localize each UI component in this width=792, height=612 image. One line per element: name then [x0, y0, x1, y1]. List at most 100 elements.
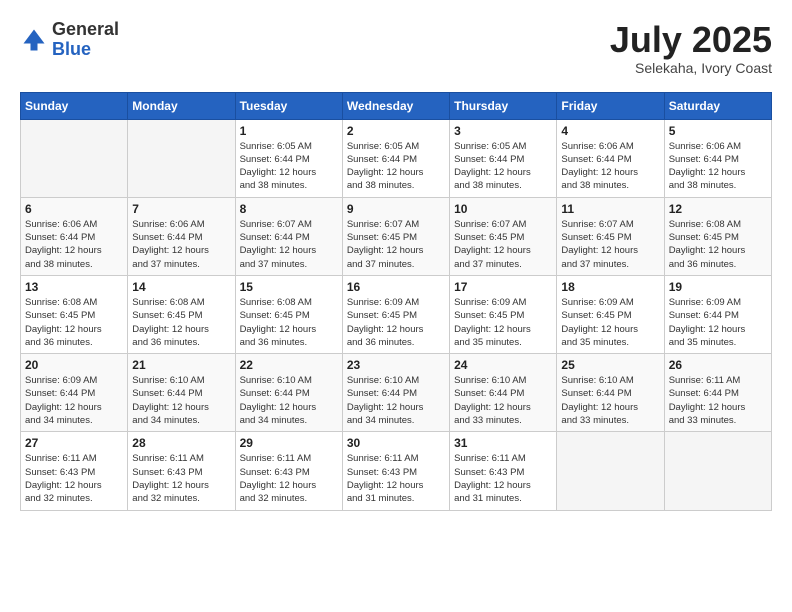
day-info: Sunrise: 6:11 AMSunset: 6:43 PMDaylight:…: [240, 453, 317, 504]
day-number: 17: [454, 280, 552, 294]
logo-text: General Blue: [52, 20, 119, 60]
logo-blue: Blue: [52, 39, 91, 59]
day-number: 26: [669, 358, 767, 372]
day-number: 18: [561, 280, 659, 294]
day-number: 21: [132, 358, 230, 372]
calendar-cell: [664, 432, 771, 510]
calendar-cell: 12 Sunrise: 6:08 AMSunset: 6:45 PMDaylig…: [664, 197, 771, 275]
day-number: 15: [240, 280, 338, 294]
calendar-cell: 29 Sunrise: 6:11 AMSunset: 6:43 PMDaylig…: [235, 432, 342, 510]
calendar-cell: 7 Sunrise: 6:06 AMSunset: 6:44 PMDayligh…: [128, 197, 235, 275]
calendar-week-2: 6 Sunrise: 6:06 AMSunset: 6:44 PMDayligh…: [21, 197, 772, 275]
calendar-cell: 30 Sunrise: 6:11 AMSunset: 6:43 PMDaylig…: [342, 432, 449, 510]
weekday-header-friday: Friday: [557, 92, 664, 119]
weekday-header-sunday: Sunday: [21, 92, 128, 119]
day-number: 22: [240, 358, 338, 372]
day-number: 20: [25, 358, 123, 372]
calendar-cell: 2 Sunrise: 6:05 AMSunset: 6:44 PMDayligh…: [342, 119, 449, 197]
day-info: Sunrise: 6:06 AMSunset: 6:44 PMDaylight:…: [132, 219, 209, 270]
day-number: 11: [561, 202, 659, 216]
calendar-cell: 19 Sunrise: 6:09 AMSunset: 6:44 PMDaylig…: [664, 275, 771, 353]
day-number: 6: [25, 202, 123, 216]
day-info: Sunrise: 6:11 AMSunset: 6:43 PMDaylight:…: [347, 453, 424, 504]
calendar-cell: 10 Sunrise: 6:07 AMSunset: 6:45 PMDaylig…: [450, 197, 557, 275]
weekday-header-saturday: Saturday: [664, 92, 771, 119]
day-info: Sunrise: 6:09 AMSunset: 6:45 PMDaylight:…: [347, 297, 424, 348]
day-number: 1: [240, 124, 338, 138]
day-info: Sunrise: 6:07 AMSunset: 6:45 PMDaylight:…: [561, 219, 638, 270]
calendar-cell: 25 Sunrise: 6:10 AMSunset: 6:44 PMDaylig…: [557, 354, 664, 432]
calendar-cell: 15 Sunrise: 6:08 AMSunset: 6:45 PMDaylig…: [235, 275, 342, 353]
day-number: 10: [454, 202, 552, 216]
calendar-cell: [21, 119, 128, 197]
calendar-week-4: 20 Sunrise: 6:09 AMSunset: 6:44 PMDaylig…: [21, 354, 772, 432]
calendar-cell: 27 Sunrise: 6:11 AMSunset: 6:43 PMDaylig…: [21, 432, 128, 510]
calendar-cell: 6 Sunrise: 6:06 AMSunset: 6:44 PMDayligh…: [21, 197, 128, 275]
day-number: 8: [240, 202, 338, 216]
calendar-cell: 20 Sunrise: 6:09 AMSunset: 6:44 PMDaylig…: [21, 354, 128, 432]
day-number: 25: [561, 358, 659, 372]
calendar-week-3: 13 Sunrise: 6:08 AMSunset: 6:45 PMDaylig…: [21, 275, 772, 353]
day-info: Sunrise: 6:11 AMSunset: 6:43 PMDaylight:…: [25, 453, 102, 504]
page-header: General Blue July 2025 Selekaha, Ivory C…: [20, 20, 772, 76]
day-info: Sunrise: 6:08 AMSunset: 6:45 PMDaylight:…: [669, 219, 746, 270]
day-number: 13: [25, 280, 123, 294]
day-info: Sunrise: 6:09 AMSunset: 6:45 PMDaylight:…: [561, 297, 638, 348]
calendar-cell: 8 Sunrise: 6:07 AMSunset: 6:44 PMDayligh…: [235, 197, 342, 275]
weekday-header-thursday: Thursday: [450, 92, 557, 119]
calendar-week-5: 27 Sunrise: 6:11 AMSunset: 6:43 PMDaylig…: [21, 432, 772, 510]
calendar-cell: 1 Sunrise: 6:05 AMSunset: 6:44 PMDayligh…: [235, 119, 342, 197]
calendar-cell: 13 Sunrise: 6:08 AMSunset: 6:45 PMDaylig…: [21, 275, 128, 353]
day-info: Sunrise: 6:11 AMSunset: 6:44 PMDaylight:…: [669, 375, 746, 426]
day-number: 2: [347, 124, 445, 138]
calendar-cell: 9 Sunrise: 6:07 AMSunset: 6:45 PMDayligh…: [342, 197, 449, 275]
weekday-header-row: SundayMondayTuesdayWednesdayThursdayFrid…: [21, 92, 772, 119]
day-info: Sunrise: 6:08 AMSunset: 6:45 PMDaylight:…: [25, 297, 102, 348]
day-number: 27: [25, 436, 123, 450]
calendar-cell: 31 Sunrise: 6:11 AMSunset: 6:43 PMDaylig…: [450, 432, 557, 510]
calendar-cell: 28 Sunrise: 6:11 AMSunset: 6:43 PMDaylig…: [128, 432, 235, 510]
day-info: Sunrise: 6:09 AMSunset: 6:44 PMDaylight:…: [25, 375, 102, 426]
day-info: Sunrise: 6:09 AMSunset: 6:44 PMDaylight:…: [669, 297, 746, 348]
calendar-cell: 18 Sunrise: 6:09 AMSunset: 6:45 PMDaylig…: [557, 275, 664, 353]
day-info: Sunrise: 6:10 AMSunset: 6:44 PMDaylight:…: [240, 375, 317, 426]
calendar-cell: [557, 432, 664, 510]
title-block: July 2025 Selekaha, Ivory Coast: [610, 20, 772, 76]
location-subtitle: Selekaha, Ivory Coast: [610, 60, 772, 76]
day-number: 23: [347, 358, 445, 372]
day-info: Sunrise: 6:06 AMSunset: 6:44 PMDaylight:…: [25, 219, 102, 270]
day-number: 4: [561, 124, 659, 138]
day-number: 31: [454, 436, 552, 450]
logo-general: General: [52, 19, 119, 39]
calendar-cell: 26 Sunrise: 6:11 AMSunset: 6:44 PMDaylig…: [664, 354, 771, 432]
day-info: Sunrise: 6:05 AMSunset: 6:44 PMDaylight:…: [240, 141, 317, 192]
day-number: 5: [669, 124, 767, 138]
calendar-cell: 5 Sunrise: 6:06 AMSunset: 6:44 PMDayligh…: [664, 119, 771, 197]
day-info: Sunrise: 6:05 AMSunset: 6:44 PMDaylight:…: [454, 141, 531, 192]
day-info: Sunrise: 6:07 AMSunset: 6:44 PMDaylight:…: [240, 219, 317, 270]
day-info: Sunrise: 6:06 AMSunset: 6:44 PMDaylight:…: [669, 141, 746, 192]
calendar-cell: 11 Sunrise: 6:07 AMSunset: 6:45 PMDaylig…: [557, 197, 664, 275]
calendar-cell: 23 Sunrise: 6:10 AMSunset: 6:44 PMDaylig…: [342, 354, 449, 432]
logo: General Blue: [20, 20, 119, 60]
calendar-week-1: 1 Sunrise: 6:05 AMSunset: 6:44 PMDayligh…: [21, 119, 772, 197]
day-number: 24: [454, 358, 552, 372]
day-info: Sunrise: 6:07 AMSunset: 6:45 PMDaylight:…: [347, 219, 424, 270]
calendar-cell: 14 Sunrise: 6:08 AMSunset: 6:45 PMDaylig…: [128, 275, 235, 353]
day-info: Sunrise: 6:10 AMSunset: 6:44 PMDaylight:…: [347, 375, 424, 426]
day-number: 9: [347, 202, 445, 216]
calendar-cell: 17 Sunrise: 6:09 AMSunset: 6:45 PMDaylig…: [450, 275, 557, 353]
day-number: 14: [132, 280, 230, 294]
weekday-header-wednesday: Wednesday: [342, 92, 449, 119]
month-title: July 2025: [610, 20, 772, 60]
calendar-cell: 4 Sunrise: 6:06 AMSunset: 6:44 PMDayligh…: [557, 119, 664, 197]
day-number: 30: [347, 436, 445, 450]
logo-icon: [20, 26, 48, 54]
day-info: Sunrise: 6:10 AMSunset: 6:44 PMDaylight:…: [454, 375, 531, 426]
day-info: Sunrise: 6:10 AMSunset: 6:44 PMDaylight:…: [132, 375, 209, 426]
day-number: 28: [132, 436, 230, 450]
day-info: Sunrise: 6:10 AMSunset: 6:44 PMDaylight:…: [561, 375, 638, 426]
calendar-cell: 21 Sunrise: 6:10 AMSunset: 6:44 PMDaylig…: [128, 354, 235, 432]
day-info: Sunrise: 6:07 AMSunset: 6:45 PMDaylight:…: [454, 219, 531, 270]
day-number: 12: [669, 202, 767, 216]
